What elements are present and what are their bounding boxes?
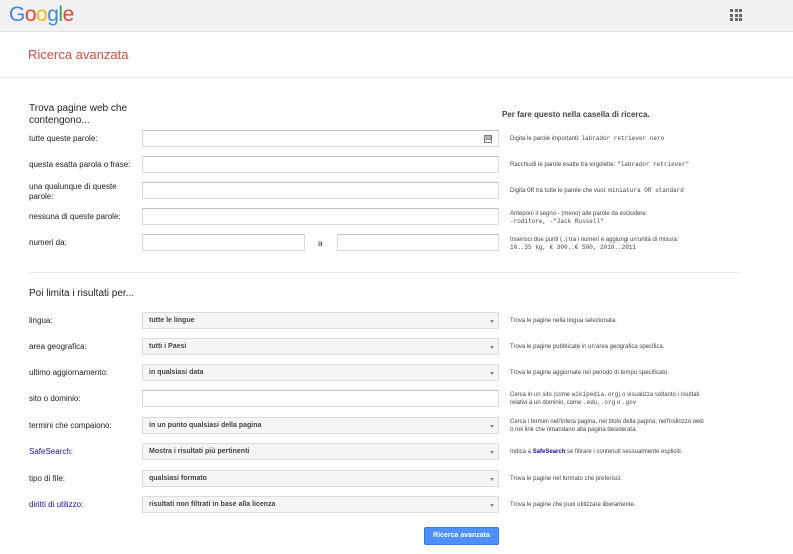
hint-text: relativi a un dominio, come [510,400,584,406]
hint-exact-phrase: Racchiudi le parole esatte tra virgolett… [510,161,750,169]
label-none-words: nessuna di queste parole: [29,212,121,221]
google-logo[interactable]: Google [9,3,74,27]
hint-safesearch: Indica a SafeSearch se filtrare i conten… [510,448,750,456]
label-usage-rights-link[interactable]: diritti di utilizzo: [29,500,83,510]
apps-grid-icon[interactable] [730,9,742,21]
chevron-down-icon [490,504,494,507]
logo-letter: e [62,3,75,26]
page-title: Ricerca avanzata [28,47,129,62]
label-exact-phrase: questa esatta parola o frase: [29,160,131,169]
hint-text: Digita [510,188,528,194]
chevron-down-icon [490,425,494,428]
title-bar: Ricerca avanzata [0,32,793,78]
chevron-down-icon [490,478,494,481]
any-words-input[interactable] [142,182,499,199]
chevron-down-icon [490,346,494,349]
logo-letter: g [47,3,59,26]
hint-text: o nei link che rimandano alla pagina des… [510,427,638,433]
all-words-input[interactable]: ⌨ [142,130,499,147]
chevron-down-icon [490,451,494,454]
language-select[interactable]: tutte le lingue [142,312,499,329]
chevron-down-icon [490,320,494,323]
hint-all-words: Digita le parole importanti: labrador re… [510,135,750,143]
hint-text: Racchiudi le parole esatte tra virgolett… [510,162,618,168]
hint-none-words: Anteponi il segno - (meno) alle parole d… [510,210,750,226]
hint-code: .edu [583,399,598,406]
label-site-domain: sito o dominio: [29,394,81,403]
label-file-type: tipo di file: [29,474,66,483]
numbers-from-input[interactable] [142,234,305,251]
hint-heading: Per fare questo nella casella di ricerca… [502,110,650,119]
select-value: risultati non filtrati in base alla lice… [149,501,276,508]
hint-site-domain: Cerca in un sito (come wikipedia.org) o … [510,391,750,407]
logo-letter: G [9,3,25,26]
hint-text: Digita le parole importanti: [510,136,582,142]
select-value: Mostra i risultati più pertinenti [149,448,250,455]
label-line: parole: [29,192,54,201]
section-title-find: Trova pagine web che contengono... [29,103,127,127]
hint-text: tra tutte le parole che vuoi: [534,188,609,194]
hint-text: Indica a [510,449,533,455]
hint-text: Cerca in un sito (come [510,392,572,398]
hint-code: .gov [621,399,637,406]
hint-text: Inserisci due punti (..) tra i numeri e … [510,237,679,243]
hint-text: o [615,400,622,406]
label-terms-appear: termini che compaiono: [29,421,112,430]
hint-usage-rights: Trova le pagine che puoi utilizzare libe… [510,502,636,508]
safesearch-select[interactable]: Mostra i risultati più pertinenti [142,443,499,460]
none-words-input[interactable] [142,208,499,225]
site-domain-input[interactable] [142,390,499,407]
hint-text: ) o visualizza soltanto i risultati [618,392,700,398]
label-region: area geografica: [29,342,87,351]
exact-phrase-input[interactable] [142,156,499,173]
numbers-to-input[interactable] [337,234,499,251]
hint-code: "labrador retriever" [617,161,690,168]
label-all-words: tutte queste parole: [29,134,98,143]
label-language: lingua: [29,316,53,325]
safesearch-link[interactable]: SafeSearch [533,449,566,455]
usage-rights-select[interactable]: risultati non filtrati in base alla lice… [142,496,499,513]
section-divider [29,272,741,273]
hint-terms-appear: Cerca i termini nell'intera pagina, nel … [510,418,750,434]
label-line: una qualunque di queste [29,182,117,191]
terms-appear-select[interactable]: in un punto qualsiasi della pagina [142,417,499,434]
hint-code: wikipedia.org [571,391,619,398]
top-bar: Google [0,0,793,32]
hint-region: Trova le pagine pubblicate in un'area ge… [510,344,665,350]
hint-code: miniatura OR standard [608,187,684,194]
section-title-line: Trova pagine web che [29,103,128,114]
select-value: tutti i Paesi [149,343,187,350]
hint-code: 10..35 kg, € 300..€ 500, 2010..2011 [510,244,637,251]
hint-code: -roditore, -"Jack Russell" [510,218,604,225]
numbers-to-label: a [318,239,323,248]
label-any-words: una qualunque di queste parole: [29,182,117,202]
select-value: in qualsiasi data [149,369,204,376]
hint-last-update: Trova le pagine aggiornate nel periodo d… [510,370,669,376]
select-value: in un punto qualsiasi della pagina [149,422,262,429]
hint-numbers: Inserisci due punti (..) tra i numeri e … [510,236,750,252]
label-last-update: ultimo aggiornamento: [29,368,109,377]
hint-code: labrador retriever nero [581,135,665,142]
select-value: qualsiasi formato [149,475,207,482]
keyboard-icon[interactable]: ⌨ [484,135,492,143]
last-update-select[interactable]: in qualsiasi data [142,364,499,381]
logo-letter: o [24,3,37,26]
advanced-search-button[interactable]: Ricerca avanzata [424,527,499,545]
hint-language: Trova le pagine nella lingua selezionata… [510,318,617,324]
label-numbers-from: numeri da: [29,238,67,247]
section-title-line: contengono... [29,115,90,126]
label-safesearch-link[interactable]: SafeSearch: [29,447,73,457]
hint-code: .org [600,399,616,406]
hint-file-type: Trova le pagine nel formato che preferis… [510,476,622,482]
select-value: tutte le lingue [149,317,195,324]
region-select[interactable]: tutti i Paesi [142,338,499,355]
hint-text: se filtrare i contenuti sessualmente esp… [565,449,683,455]
section-title-narrow: Poi limita i risultati per... [29,288,135,299]
chevron-down-icon [490,372,494,375]
hint-text: Anteponi il segno - (meno) alle parole d… [510,211,648,217]
file-type-select[interactable]: qualsiasi formato [142,470,499,487]
hint-any-words: Digita OR tra tutte le parole che vuoi: … [510,187,750,195]
hint-text: Cerca i termini nell'intera pagina, nel … [510,419,704,425]
logo-letter: o [36,3,48,26]
